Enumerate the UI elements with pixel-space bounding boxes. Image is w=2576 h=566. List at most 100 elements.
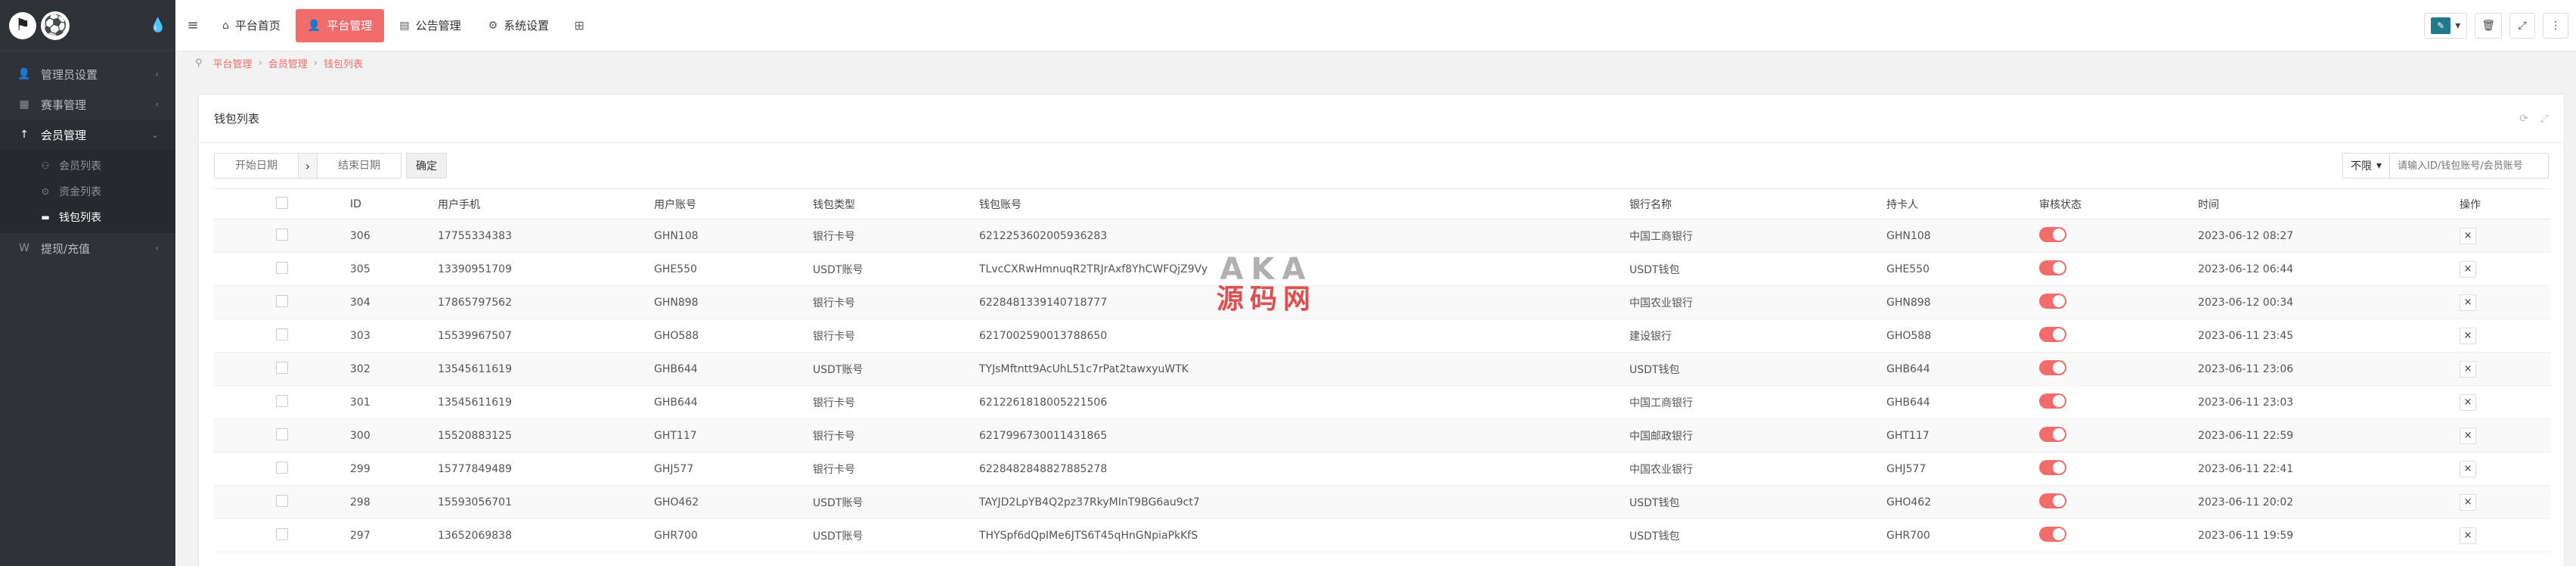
status-toggle[interactable]	[2039, 426, 2066, 442]
col-header-actions: 操作	[2460, 188, 2550, 219]
confirm-button[interactable]: 确定	[406, 153, 447, 179]
row-checkbox[interactable]	[276, 428, 288, 440]
cell-status	[2039, 252, 2198, 286]
breadcrumb-item[interactable]: 平台管理	[213, 56, 253, 70]
cell-actions: ×	[2460, 352, 2550, 386]
status-toggle[interactable]	[2039, 393, 2066, 409]
row-checkbox[interactable]	[276, 527, 288, 540]
sidebar-item-wallet-list[interactable]: ▬ 钱包列表	[0, 204, 175, 230]
status-toggle[interactable]	[2039, 459, 2066, 475]
sidebar-item-events[interactable]: ▦ 赛事管理 ‹	[0, 89, 175, 120]
gear-icon: ⚙	[488, 19, 498, 32]
row-checkbox[interactable]	[276, 461, 288, 474]
row-select-cell	[214, 285, 350, 319]
delete-button[interactable]: ×	[2460, 260, 2476, 278]
row-checkbox[interactable]	[276, 294, 288, 307]
breadcrumb-item[interactable]: 会员管理	[268, 56, 308, 70]
grid-icon[interactable]: ⊞	[564, 18, 594, 33]
delete-button[interactable]: ×	[2460, 327, 2476, 344]
table-row: 305 13390951709 GHE550 USDT账号 TLvcCXRwHmnuqR…	[214, 252, 2550, 286]
cell-type: 银行卡号	[813, 285, 979, 319]
row-checkbox[interactable]	[276, 494, 288, 507]
droplet-icon[interactable]: 💧	[150, 17, 166, 33]
tab-home[interactable]: ⌂ 平台首页	[210, 9, 293, 42]
skin-button[interactable]: ✎ ▾	[2424, 12, 2468, 39]
cell-status	[2039, 219, 2198, 253]
row-select-cell	[214, 352, 350, 386]
start-date-input[interactable]	[215, 154, 298, 178]
col-header-bank: 银行名称	[1629, 188, 1886, 219]
chevron-down-icon: ⌄	[150, 129, 159, 140]
trash-icon: 🗑	[2481, 19, 2495, 32]
status-toggle[interactable]	[2039, 526, 2066, 542]
doc-icon: ▤	[399, 19, 410, 32]
home-icon: ⌂	[222, 19, 229, 32]
status-toggle[interactable]	[2039, 326, 2066, 342]
cell-account: GHJ577	[654, 452, 813, 486]
col-header-time[interactable]: 时间	[2198, 188, 2460, 219]
cell-account: GHO462	[654, 485, 813, 519]
trophy-icon: ▦	[19, 98, 29, 110]
status-toggle[interactable]	[2039, 293, 2066, 309]
fullscreen-button[interactable]: ⤢	[2509, 12, 2535, 39]
delete-button[interactable]: ×	[2460, 227, 2476, 244]
cell-account: GHB644	[654, 352, 813, 386]
delete-button[interactable]: ×	[2460, 460, 2476, 477]
cell-bank: 中国邮政银行	[1629, 418, 1886, 452]
sidebar-item-member-list[interactable]: ⚇ 会员列表	[0, 153, 175, 179]
cell-wallet: 6228481339140718777	[979, 285, 1629, 319]
delete-button[interactable]: ×	[2460, 527, 2476, 544]
limit-dropdown[interactable]: 不限 ▾	[2342, 153, 2390, 179]
delete-button[interactable]: ×	[2460, 393, 2476, 411]
delete-button[interactable]: ×	[2460, 493, 2476, 511]
tab-settings[interactable]: ⚙ 系统设置	[476, 9, 562, 42]
more-button[interactable]: ⋮	[2543, 12, 2568, 39]
chevron-left-icon: ‹	[155, 99, 159, 110]
tab-label: 系统设置	[504, 19, 550, 33]
cell-id: 298	[350, 485, 438, 519]
select-all-checkbox[interactable]	[276, 196, 288, 209]
cell-bank: USDT钱包	[1629, 485, 1886, 519]
table-row: 306 17755334383 GHN108 银行卡号 6212253602005936…	[214, 219, 2550, 253]
cell-time: 2023-06-11 23:03	[2198, 385, 2460, 419]
cell-bank: 中国工商银行	[1629, 219, 1886, 253]
date-range-picker: ›	[214, 153, 401, 179]
menu-toggle-icon[interactable]: ≡	[175, 17, 210, 33]
cell-account: GHE550	[654, 252, 813, 286]
expand-icon[interactable]: ⤢	[2540, 113, 2549, 125]
cell-account: GHB644	[654, 385, 813, 419]
row-checkbox[interactable]	[276, 328, 288, 341]
row-checkbox[interactable]	[276, 361, 288, 374]
refresh-icon[interactable]: ⟳	[2519, 113, 2528, 125]
status-toggle[interactable]	[2039, 226, 2066, 242]
tab-platform[interactable]: 👤 平台管理	[295, 8, 385, 42]
delete-button[interactable]: ×	[2460, 360, 2476, 378]
table-row: 297 13652069838 GHR700 USDT账号 THYSpf6dQpIMe6…	[214, 518, 2550, 552]
sidebar-item-members[interactable]: ↑ 会员管理 ⌄	[0, 120, 175, 150]
paint-brush-icon: ✎	[2431, 17, 2451, 34]
sidebar-item-admin[interactable]: 👤 管理员设置 ‹	[0, 59, 175, 89]
col-header-status: 审核状态	[2039, 188, 2198, 219]
delete-button[interactable]: ×	[2460, 294, 2476, 311]
clear-cache-button[interactable]: 🗑	[2475, 12, 2502, 39]
tab-announcements[interactable]: ▤ 公告管理	[387, 9, 473, 42]
status-toggle[interactable]	[2039, 493, 2066, 508]
row-checkbox[interactable]	[276, 394, 288, 407]
table-row: 299 15777849489 GHJ577 银行卡号 6228482848827885…	[214, 452, 2550, 486]
tab-label: 平台管理	[327, 19, 373, 33]
status-toggle[interactable]	[2039, 359, 2066, 375]
cell-id: 305	[350, 252, 438, 286]
wallet-icon: W	[19, 242, 29, 254]
row-checkbox[interactable]	[276, 228, 288, 241]
status-toggle[interactable]	[2039, 260, 2066, 275]
sidebar-item-fund-list[interactable]: ⊙ 资金列表	[0, 179, 175, 204]
sidebar-item-withdraw[interactable]: W 提现/充值 ‹	[0, 233, 175, 263]
topbar: ≡ ⌂ 平台首页 👤 平台管理 ▤ 公告管理 ⚙ 系统设置 ⊞ ✎ ▾ 🗑 ⤢ …	[175, 0, 2576, 51]
member-icon: ↑	[20, 129, 29, 141]
search-input[interactable]	[2390, 153, 2549, 179]
limit-label: 不限	[2350, 160, 2372, 173]
delete-button[interactable]: ×	[2460, 427, 2476, 444]
col-header-id[interactable]: ID	[350, 188, 438, 219]
row-checkbox[interactable]	[276, 261, 288, 274]
end-date-input[interactable]	[318, 154, 401, 178]
